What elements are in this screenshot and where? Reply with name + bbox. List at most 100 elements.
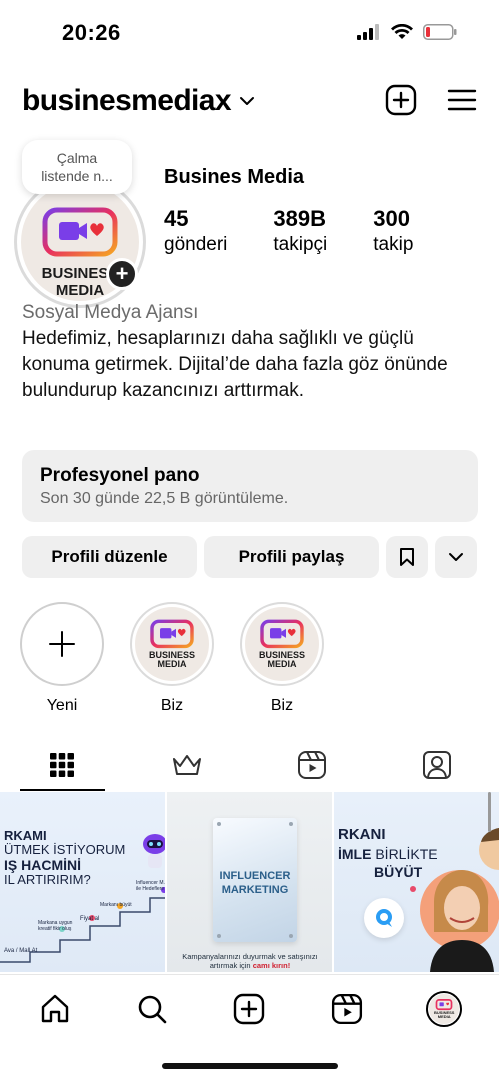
- scrollbar[interactable]: [488, 792, 491, 832]
- staircase-illustration-icon: [0, 887, 165, 963]
- tab-posts-grid[interactable]: [0, 740, 125, 791]
- chevron-down-icon: [449, 553, 463, 561]
- post-text: İMLE BİRLİKTE: [338, 846, 438, 862]
- tab-tagged[interactable]: [374, 740, 499, 790]
- reels-icon: [331, 993, 362, 1025]
- post-grid: RKAMI ÜTMEK İSTİYORUM IŞ HACMİNİ IL ARTI…: [0, 792, 499, 972]
- post-step-label: Fiyat al: [80, 916, 100, 922]
- avatar-logo: BUSINESS MEDIA: [429, 994, 460, 1024]
- tagged-user-icon: [422, 751, 451, 779]
- bottom-navigation: BUSINESS MEDIA: [0, 974, 499, 1080]
- business-media-logo-icon: [42, 207, 118, 257]
- display-name: Busines Media: [164, 166, 305, 188]
- post-step-label: Influencer M. ile Hedeflere: [136, 880, 165, 892]
- logo-text-line2: MEDIA: [55, 282, 105, 299]
- note-text-line1: Çalma: [56, 150, 98, 166]
- stat-followers[interactable]: 389B takipçi: [273, 206, 327, 258]
- tab-reels[interactable]: [250, 740, 375, 790]
- post-text-bold: İMLE: [338, 846, 372, 862]
- stat-followers-label: takipçi: [273, 234, 328, 255]
- status-time: 20:26: [62, 20, 121, 45]
- post-text: BÜYÜT: [374, 864, 423, 880]
- post-thumbnail[interactable]: RKAMI ÜTMEK İSTİYORUM IŞ HACMİNİ IL ARTI…: [0, 792, 165, 972]
- profile-bio: Hedefimiz, hesaplarınızı daha sağlıklı v…: [22, 328, 448, 401]
- nav-search[interactable]: [127, 989, 177, 1029]
- grid-icon: [50, 753, 75, 777]
- nav-profile[interactable]: BUSINESS MEDIA: [419, 989, 469, 1029]
- note-bubble[interactable]: Çalma listende n...: [22, 140, 132, 194]
- wifi-icon: [391, 24, 413, 39]
- edit-profile-button[interactable]: Profili düzenle: [22, 536, 197, 578]
- suggestions-button[interactable]: [435, 536, 477, 578]
- highlight-new[interactable]: Yeni: [20, 602, 104, 716]
- username: businesmediax: [22, 84, 232, 117]
- decor-dot: [410, 886, 416, 892]
- post-caption-text: Kampanyalarınızı duyurmak ve satışınızı …: [182, 952, 318, 970]
- post-caption: Kampanyalarınızı duyurmak ve satışınızı …: [173, 952, 327, 970]
- post-step-label: Markanı büyüt: [100, 902, 132, 908]
- share-profile-button[interactable]: Profili paylaş: [204, 536, 379, 578]
- stat-posts-value: 45: [164, 206, 189, 231]
- post-text: RKANI: [338, 826, 386, 843]
- business-media-logo-icon: [260, 619, 304, 649]
- robot-illustration-icon: [143, 834, 165, 868]
- menu-icon[interactable]: [447, 88, 477, 112]
- stat-posts-label: gönderi: [164, 234, 228, 255]
- create-post-icon: [234, 993, 265, 1025]
- post-step-label: Ava / Mall At: [4, 948, 38, 954]
- chat-bubble-badge: [364, 898, 404, 938]
- avatar: BUSINESS MEDIA: [426, 991, 463, 1027]
- status-bar: 20:26: [0, 0, 499, 64]
- plus-icon: [49, 631, 75, 657]
- cellular-signal-icon: [357, 24, 379, 40]
- account-switcher[interactable]: businesmediax: [22, 84, 255, 118]
- reels-icon: [297, 751, 326, 779]
- tab-subscriptions[interactable]: [125, 740, 250, 790]
- profile-avatar[interactable]: BUSINESS MEDIA +: [14, 176, 146, 308]
- post-text-light: BİRLİKTE: [371, 846, 438, 862]
- highlight-item[interactable]: BUSINESS MEDIA Biz: [240, 602, 324, 716]
- battery-icon: [423, 24, 457, 40]
- stat-posts[interactable]: 45 gönderi: [164, 206, 227, 258]
- highlight-label: Biz: [270, 697, 294, 714]
- post-caption-highlight: camı kırın!: [252, 961, 291, 970]
- stat-followers-value: 389B: [273, 206, 326, 231]
- post-text: MARKETING: [221, 884, 289, 896]
- dashboard-title: Profesyonel pano: [40, 465, 200, 486]
- logo-text-line2: MEDIA: [437, 1014, 451, 1019]
- post-thumbnail[interactable]: RKANI İMLE BİRLİKTE BÜYÜT: [334, 792, 499, 972]
- post-step-label: Markana uygun kreatif fikir oluş: [38, 920, 73, 932]
- profile-tabs: [0, 740, 499, 791]
- add-story-button[interactable]: +: [106, 258, 138, 290]
- highlight-label: Yeni: [46, 697, 78, 714]
- chevron-down-icon: [239, 97, 254, 105]
- business-media-logo-icon: [150, 619, 194, 649]
- stat-following[interactable]: 300 takip: [373, 206, 413, 258]
- nav-create[interactable]: [224, 989, 274, 1029]
- search-icon: [138, 995, 167, 1024]
- man-portrait-icon: [479, 828, 499, 870]
- stat-following-label: takip: [373, 234, 414, 255]
- chat-icon: [376, 909, 392, 927]
- crown-icon: [173, 755, 202, 775]
- nav-home[interactable]: [30, 989, 80, 1029]
- profile-header: businesmediax: [0, 80, 499, 124]
- home-indicator[interactable]: [162, 1063, 338, 1069]
- saved-button[interactable]: [386, 536, 428, 578]
- post-thumbnail[interactable]: INFLUENCER MARKETING Kampanyalarınızı du…: [167, 792, 332, 972]
- logo-text-line2: MEDIA: [157, 659, 187, 669]
- profile-category: Sosyal Medya Ajansı: [22, 302, 199, 323]
- highlight-label: Biz: [160, 697, 184, 714]
- note-text-line2: listende n...: [41, 168, 113, 184]
- profile-actions: Profili düzenle Profili paylaş: [22, 536, 477, 578]
- create-post-icon[interactable]: [385, 84, 417, 116]
- logo-text-line2: MEDIA: [267, 659, 297, 669]
- professional-dashboard[interactable]: Profesyonel pano Son 30 günde 22,5 B gör…: [22, 450, 478, 522]
- stat-following-value: 300: [373, 206, 410, 231]
- highlight-item[interactable]: BUSINESS MEDIA Biz: [130, 602, 214, 716]
- nav-reels[interactable]: [322, 989, 372, 1029]
- home-icon: [41, 994, 68, 1023]
- dashboard-subtitle: Son 30 günde 22,5 B görüntüleme.: [40, 490, 289, 507]
- glass-panel: INFLUENCER MARKETING: [213, 818, 297, 942]
- story-highlights: Yeni BUSINESS MEDIA Biz BUSINESS MEDIA B…: [20, 602, 324, 716]
